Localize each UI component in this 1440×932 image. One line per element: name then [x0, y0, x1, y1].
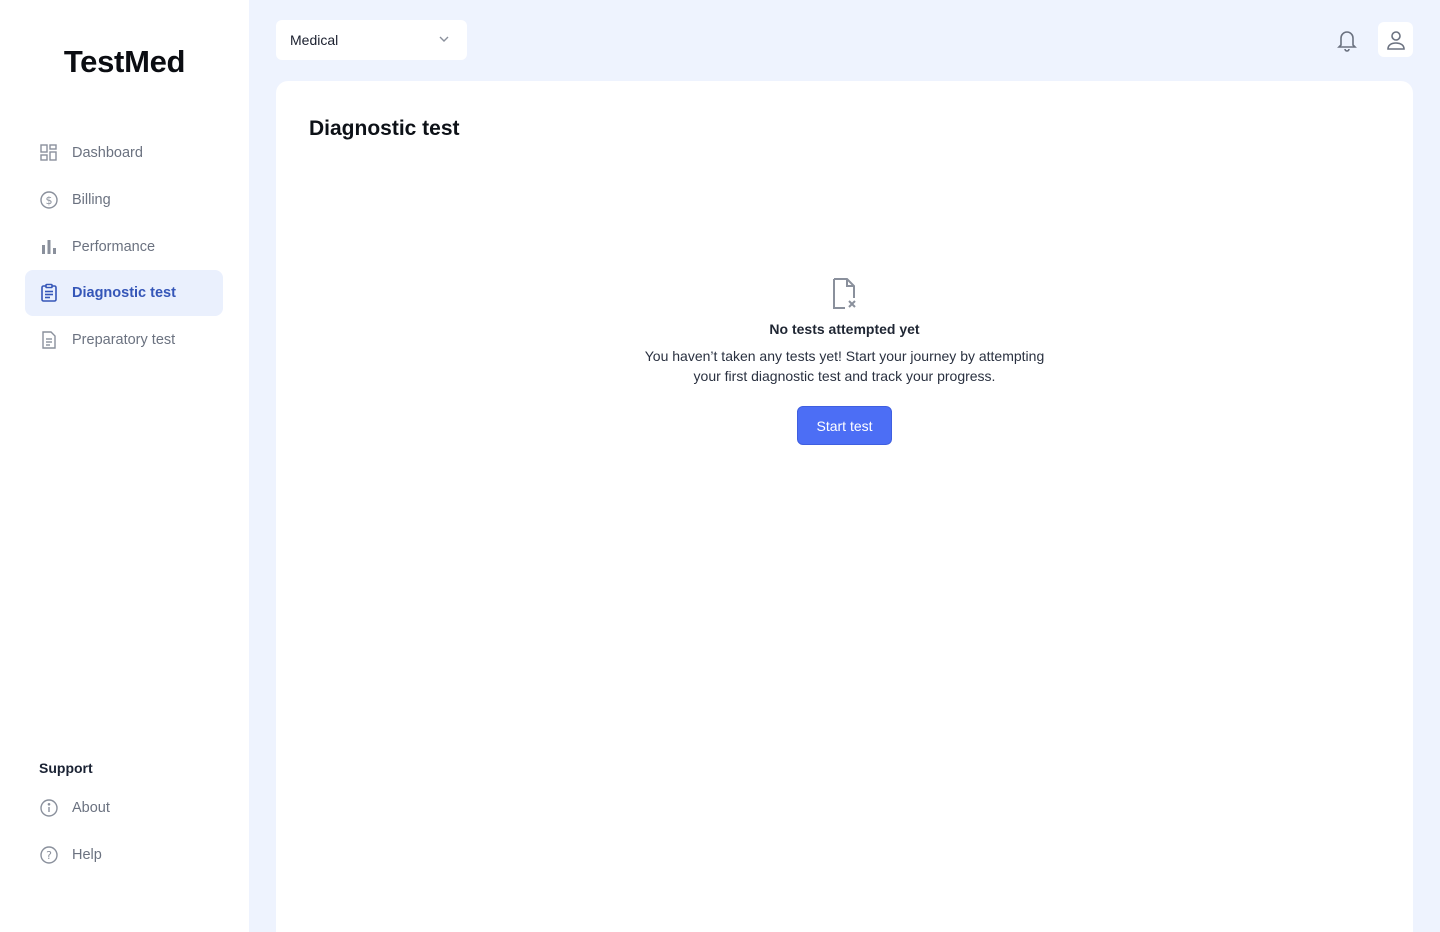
- chevron-down-icon: [439, 36, 449, 42]
- user-profile-button[interactable]: [1378, 22, 1413, 57]
- nav-item-about[interactable]: About: [25, 785, 223, 831]
- nav-item-help[interactable]: ? Help: [25, 832, 223, 878]
- info-circle-icon: [39, 798, 59, 818]
- bell-icon: [1337, 31, 1357, 52]
- category-select-value: Medical: [290, 32, 339, 48]
- nav-item-label: Billing: [72, 191, 111, 208]
- nav-item-label: Preparatory test: [72, 332, 176, 349]
- main-nav: Dashboard $ Billing Performance Diagnost…: [25, 130, 223, 364]
- question-circle-icon: ?: [39, 845, 59, 865]
- nav-item-label: Help: [72, 846, 102, 863]
- page-title: Diagnostic test: [309, 117, 460, 140]
- support-heading: Support: [39, 760, 93, 776]
- start-test-button[interactable]: Start test: [797, 406, 892, 445]
- sidebar: TestMed Dashboard $ Billing Performance …: [0, 0, 249, 932]
- nav-item-performance[interactable]: Performance: [25, 224, 223, 270]
- file-x-icon: [832, 278, 856, 309]
- empty-state-title: No tests attempted yet: [769, 321, 920, 337]
- notifications-button[interactable]: [1333, 26, 1361, 54]
- main-card: Diagnostic test No tests attempted yet Y…: [276, 81, 1413, 932]
- dashboard-icon: [39, 143, 59, 163]
- nav-item-label: Performance: [72, 238, 156, 255]
- empty-state-description: You haven’t taken any tests yet! Start y…: [644, 348, 1045, 384]
- category-select[interactable]: Medical: [276, 20, 467, 60]
- document-icon: [39, 330, 59, 350]
- nav-item-diagnostic-test[interactable]: Diagnostic test: [25, 270, 223, 317]
- svg-text:?: ?: [46, 849, 52, 862]
- dollar-circle-icon: $: [39, 190, 59, 210]
- nav-item-preparatory-test[interactable]: Preparatory test: [25, 317, 223, 363]
- bar-chart-icon: [39, 237, 59, 257]
- empty-state: No tests attempted yet You haven’t taken…: [276, 277, 1413, 445]
- support-nav: About ? Help: [25, 785, 223, 879]
- nav-item-label: About: [72, 800, 110, 816]
- svg-text:$: $: [46, 194, 53, 207]
- clipboard-icon: [39, 283, 59, 303]
- user-icon: [1386, 30, 1405, 50]
- brand-logo[interactable]: TestMed: [0, 44, 249, 80]
- nav-item-dashboard[interactable]: Dashboard: [25, 130, 223, 176]
- nav-item-label: Diagnostic test: [72, 285, 176, 302]
- nav-item-billing[interactable]: $ Billing: [25, 177, 223, 223]
- nav-item-label: Dashboard: [72, 145, 143, 161]
